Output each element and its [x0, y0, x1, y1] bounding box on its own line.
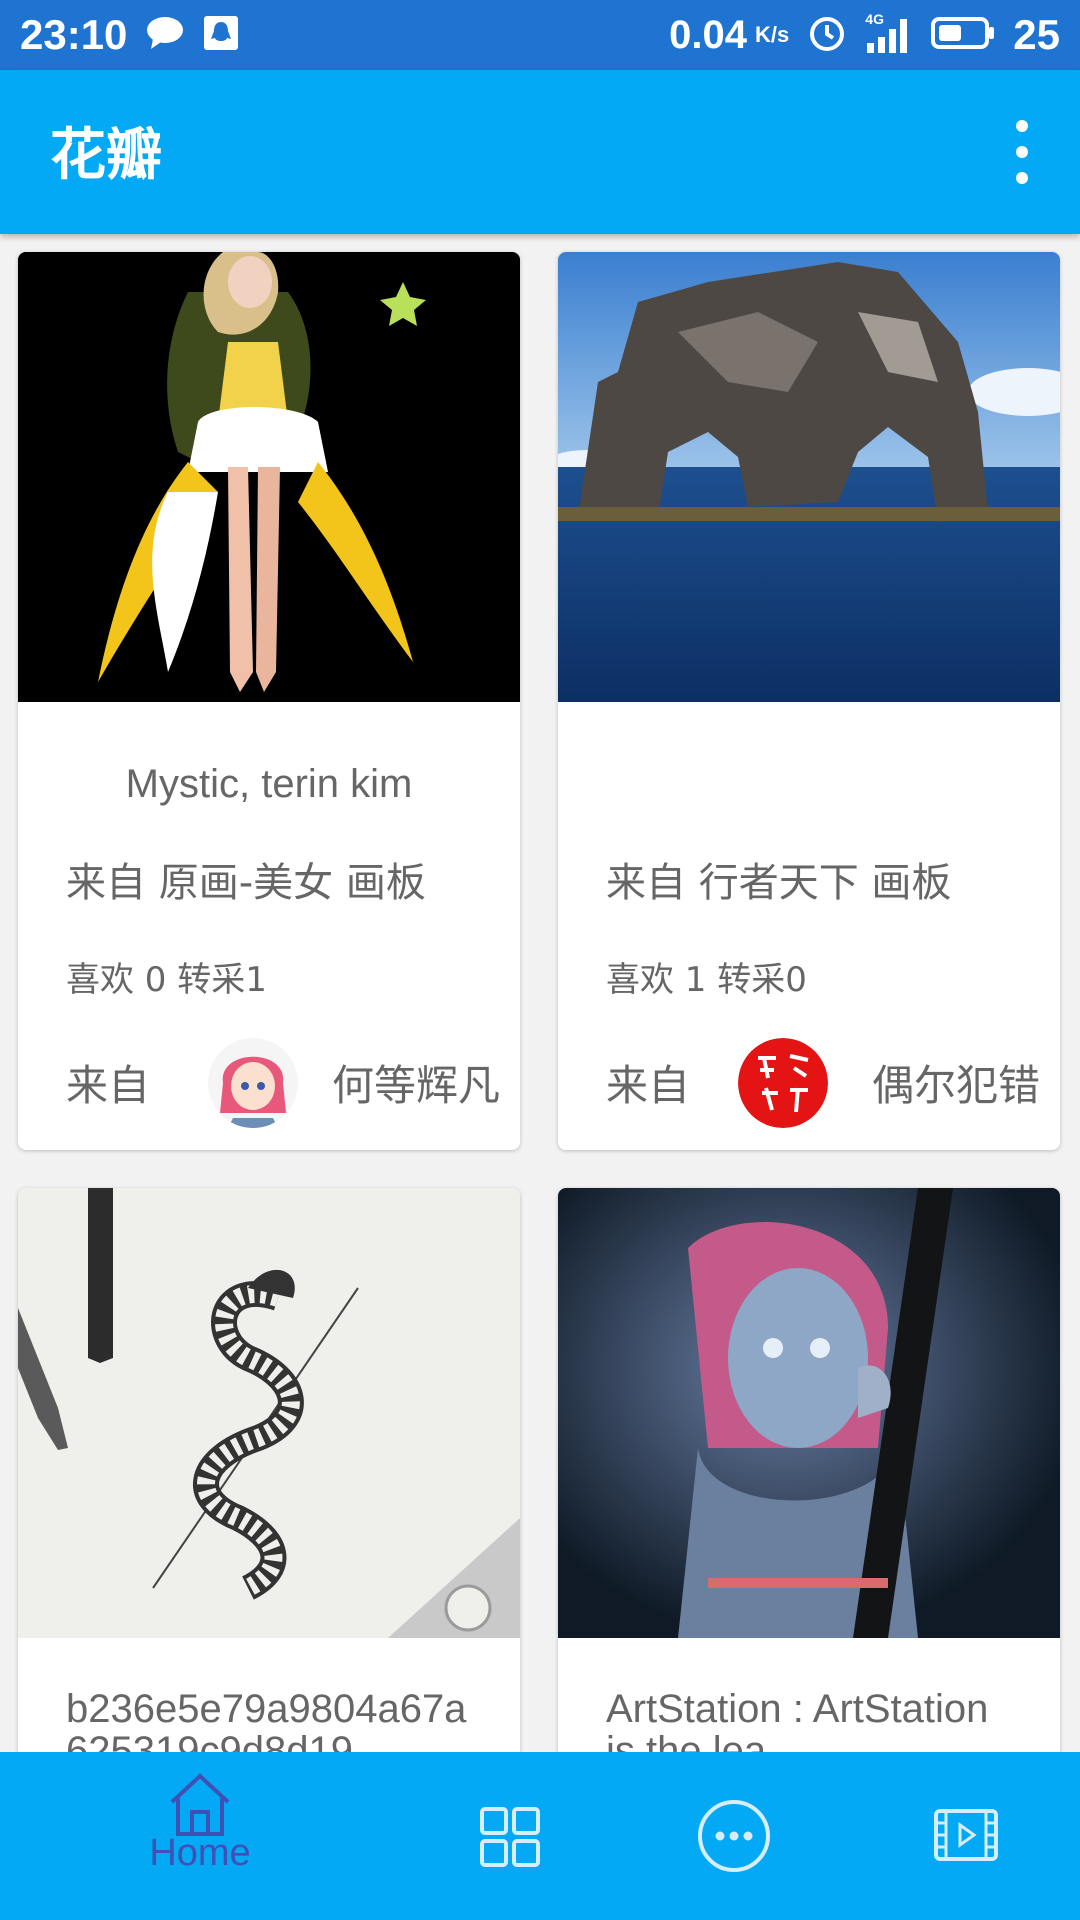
qq-notification-icon	[203, 15, 239, 56]
home-icon	[170, 1773, 230, 1836]
chat-notification-icon	[145, 15, 185, 56]
nav-home-label: Home	[149, 1832, 251, 1874]
alarm-icon	[807, 13, 847, 58]
battery-level: 25	[1013, 11, 1060, 58]
app-title: 花瓣	[50, 123, 162, 188]
bottom-nav: Home	[0, 1752, 1080, 1920]
pin-card[interactable]: 来自 行者天下 画板 喜欢 1 转采0 来自 偶尔犯错	[558, 252, 1060, 1150]
nav-more[interactable]	[694, 1752, 774, 1920]
pin-stats: 喜欢 0 转采1	[66, 960, 267, 1000]
pin-board[interactable]: 来自 原画-美女 画板	[66, 850, 426, 908]
pin-stats: 喜欢 1 转采0	[606, 960, 807, 1000]
video-icon	[934, 1809, 998, 1861]
app-bar: 花瓣	[0, 70, 1080, 234]
pin-image[interactable]	[558, 252, 1060, 702]
menu-dot	[1016, 172, 1028, 184]
pin-title: Mystic, terin kim	[125, 762, 413, 806]
user-name[interactable]: 偶尔犯错	[872, 1052, 1040, 1113]
more-circle-icon	[698, 1800, 770, 1872]
user-avatar[interactable]	[208, 1038, 298, 1128]
pin-image[interactable]	[18, 1188, 520, 1638]
net-speed: 0.04	[669, 12, 748, 57]
pin-board[interactable]: 来自 行者天下 画板	[606, 850, 951, 908]
pin-image[interactable]	[558, 1188, 1060, 1638]
nav-categories[interactable]	[470, 1752, 550, 1920]
menu-dot	[1016, 120, 1028, 132]
user-avatar[interactable]	[738, 1038, 828, 1128]
nav-video[interactable]	[926, 1752, 1006, 1920]
pin-card[interactable]: b236e5e79a9804a67a625319c9d8d19	[18, 1188, 520, 1838]
grid-icon	[480, 1807, 540, 1867]
net-speed-unit: K/s	[755, 22, 790, 47]
status-time: 23:10	[20, 11, 128, 58]
user-name[interactable]: 何等辉凡	[332, 1052, 500, 1113]
from-label: 来自	[66, 1061, 151, 1110]
signal-4g-icon: 4G	[865, 11, 913, 55]
menu-dot	[1016, 146, 1028, 158]
from-label: 来自	[606, 1061, 691, 1110]
pin-image[interactable]	[18, 252, 520, 702]
status-bar: 23:10 0.04 K/s 4G 25	[0, 0, 1080, 70]
overflow-menu-button[interactable]	[1000, 120, 1044, 184]
nav-home[interactable]: Home	[140, 1752, 260, 1920]
battery-icon	[931, 15, 995, 56]
pin-card[interactable]: Mystic, terin kim 来自 原画-美女 画板 喜欢 0 转采1 来…	[18, 252, 520, 1150]
pin-card[interactable]: ArtStation : ArtStation is the lea	[558, 1188, 1060, 1838]
